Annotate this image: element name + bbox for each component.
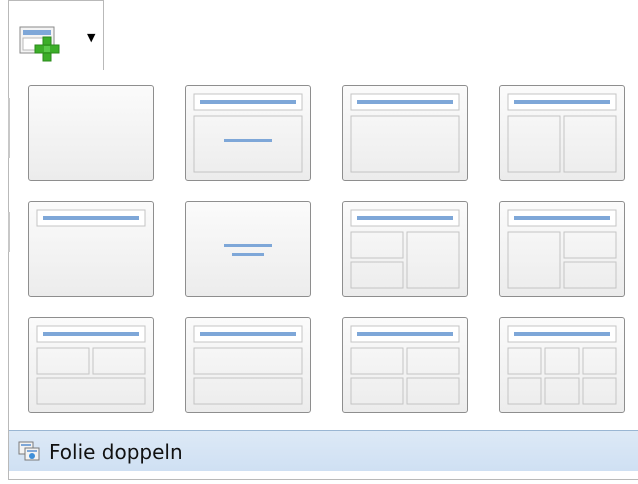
new-slide-split-button[interactable]: ▼ bbox=[8, 0, 104, 72]
panel-edge bbox=[8, 212, 10, 252]
layout-title-2-content-left-2-thumbnail bbox=[350, 209, 460, 289]
new-slide-icon[interactable] bbox=[19, 23, 71, 63]
layout-title-2-content[interactable] bbox=[499, 85, 625, 181]
layout-title-content-thumbnail bbox=[350, 93, 460, 173]
layout-title-6-content[interactable] bbox=[499, 317, 625, 413]
layout-title-only[interactable] bbox=[28, 201, 154, 297]
layout-title-4-content-thumbnail bbox=[350, 325, 460, 405]
duplicate-slide-menu-item[interactable]: Folie doppeln bbox=[9, 431, 638, 471]
layout-centered-text-thumbnail bbox=[224, 244, 272, 256]
panel-edge bbox=[8, 98, 10, 158]
layout-title-2-content-right-2-thumbnail bbox=[507, 209, 617, 289]
layout-title-slide-thumbnail bbox=[193, 93, 303, 173]
layout-title-2-over-1-thumbnail bbox=[36, 325, 146, 405]
layout-title-content[interactable] bbox=[342, 85, 468, 181]
layout-blank[interactable] bbox=[28, 85, 154, 181]
layout-title-2-content-left-2[interactable] bbox=[342, 201, 468, 297]
layout-title-2-content-thumbnail bbox=[507, 93, 617, 173]
layout-title-slide[interactable] bbox=[185, 85, 311, 181]
layout-blank-thumbnail bbox=[29, 86, 155, 182]
layout-title-2-content-right-2[interactable] bbox=[499, 201, 625, 297]
layout-title-content-over-content[interactable] bbox=[185, 317, 311, 413]
layout-centered-text[interactable] bbox=[185, 201, 311, 297]
layout-title-2-over-1[interactable] bbox=[28, 317, 154, 413]
layout-title-4-content[interactable] bbox=[342, 317, 468, 413]
layout-title-only-thumbnail bbox=[36, 209, 146, 227]
layout-title-6-content-thumbnail bbox=[507, 325, 617, 405]
duplicate-slide-label: Folie doppeln bbox=[49, 440, 183, 464]
layout-title-content-over-content-thumbnail bbox=[193, 325, 303, 405]
duplicate-slide-icon bbox=[18, 441, 40, 461]
dropdown-arrow-icon[interactable]: ▼ bbox=[87, 31, 95, 44]
